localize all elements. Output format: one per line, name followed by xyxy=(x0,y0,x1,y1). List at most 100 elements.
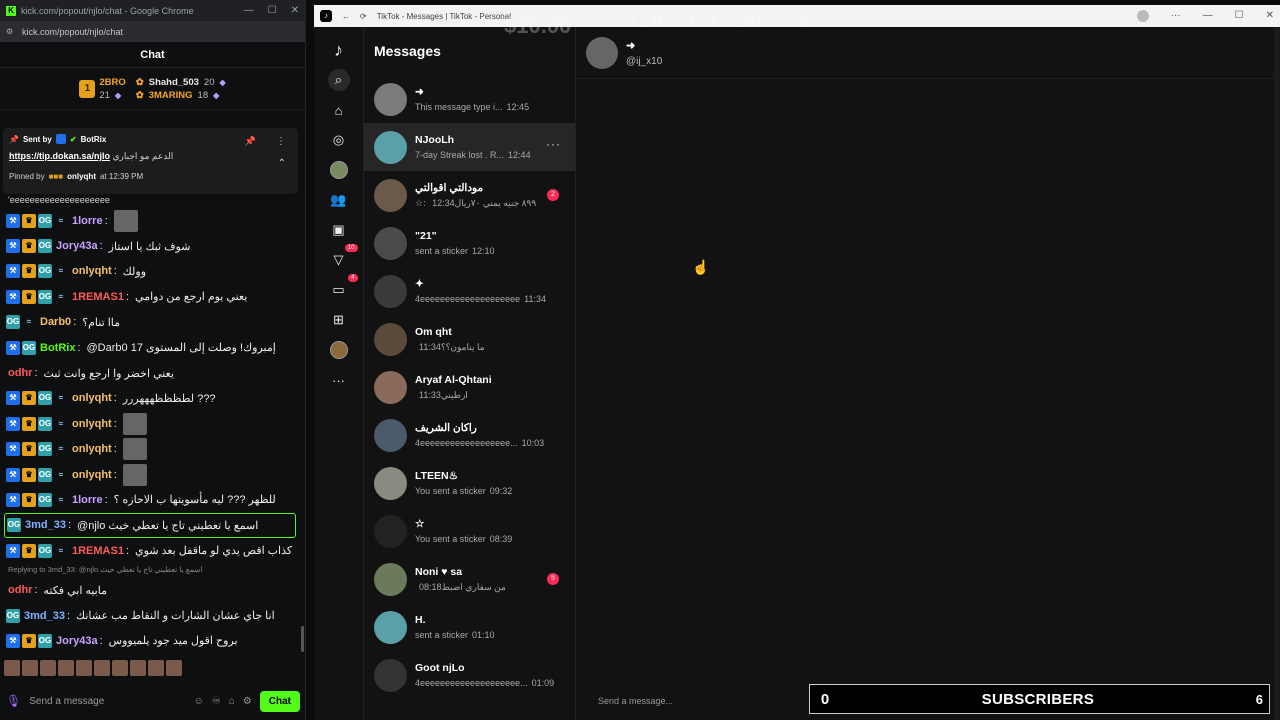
chat-username[interactable]: Jory43a xyxy=(56,635,98,647)
maximize-icon[interactable]: ☐ xyxy=(1235,10,1244,22)
explore-icon[interactable]: ◎ xyxy=(328,129,350,151)
chat-message[interactable]: OG ≈ Darb0: ماا تنام؟ xyxy=(0,310,300,335)
chat-username[interactable]: Darb0 xyxy=(40,316,71,328)
profile-icon[interactable] xyxy=(1136,10,1149,22)
chat-message[interactable]: ⚒ ♛ OG ≈1REMAS1: يعني يوم ارجع من دوامي xyxy=(0,284,300,309)
tiktok-home-logo-icon[interactable]: ♪ xyxy=(328,39,350,61)
chat-username[interactable]: 1REMAS1 xyxy=(72,545,124,557)
leader-entry[interactable]: ✿ Shahd_503 20 ◆ xyxy=(136,77,226,88)
chat-username[interactable]: onlyqht xyxy=(72,265,112,277)
leader-entry[interactable]: ✿ 3MARING 18 ◆ xyxy=(136,90,226,101)
chat-message[interactable]: OG 3md_33: انا جاي عشان الشارات و النقاط م… xyxy=(0,603,300,628)
chat-message[interactable]: OG 3md_33: @njlo اسمع يا تعطيني تاج يا تعط… xyxy=(4,512,296,539)
more-icon[interactable]: ··· xyxy=(1171,10,1181,22)
minimize-icon[interactable]: — xyxy=(244,5,254,16)
emote-bar[interactable] xyxy=(4,660,182,676)
conversation-item[interactable]: "21" sent a sticker 12:10 xyxy=(364,219,575,267)
chat-message[interactable]: ⚒ ♛ OG Jory43a: بروح اقول ميد جود يلميووس xyxy=(0,628,300,653)
chat-message[interactable]: ⚒ ♛ OG ≈1lorre: للظهر ??? ليه مأسويتها ب الا… xyxy=(0,487,300,512)
chat-username[interactable]: onlyqht xyxy=(72,469,112,481)
chat-username[interactable]: onlyqht xyxy=(72,418,112,430)
chat-message[interactable]: ⚒ ♛ OG ≈ onlyqht: xyxy=(0,411,300,436)
chat-username[interactable]: odhr xyxy=(8,584,32,596)
chat-username[interactable]: 3md_33 xyxy=(25,519,66,531)
live-icon[interactable]: ▣ xyxy=(328,219,350,241)
conversation-item[interactable]: ✦ 4eeeeeeeeeeeeeeeeeeee 11:34 xyxy=(364,267,575,315)
conversation-item[interactable]: LTEEN♨ You sent a sticker 09:32 xyxy=(364,459,575,507)
minimize-icon[interactable]: — xyxy=(1203,10,1213,22)
conversation-item[interactable]: Om qht ما ينامون؟؟11:34 xyxy=(364,315,575,363)
conversation-item[interactable]: Noni ♥ sa من سفاري اضبط08:18 5 xyxy=(364,555,575,603)
chat-message[interactable]: odhr: يعني اخضر وا ارجع وانت ثبث xyxy=(0,360,300,385)
conversation-item[interactable]: Aryaf Al-Qhtani ارطيني11:33 xyxy=(364,363,575,411)
leader-entry[interactable]: 2BRO xyxy=(99,77,125,88)
chat-username[interactable]: 1lorre xyxy=(72,494,103,506)
chat-input[interactable]: Send a message xyxy=(29,696,185,707)
following-icon[interactable]: 👥 xyxy=(328,189,350,211)
emote-icon[interactable] xyxy=(4,660,20,676)
chat-message[interactable]: ⚒ ♛ OG ≈ onlyqht: xyxy=(0,462,300,487)
chat-message[interactable]: ⚒ ♛ OG Jory43a: شوف ثبك يا استاز xyxy=(0,233,300,258)
microphone-icon[interactable]: 🎙 xyxy=(6,694,21,708)
more-icon[interactable]: ··· xyxy=(328,369,350,391)
chat-username[interactable]: 1lorre xyxy=(72,215,103,227)
window-scrollbar[interactable] xyxy=(1274,27,1280,720)
chat-message[interactable]: ⚒ ♛ OG ≈ onlyqht: لطظظظهههررر ??? xyxy=(0,386,300,411)
conversation-more-icon[interactable]: ··· xyxy=(546,137,561,151)
emote-icon[interactable] xyxy=(166,660,182,676)
profile-avatar-icon[interactable] xyxy=(328,339,350,361)
chat-username[interactable]: onlyqht xyxy=(72,443,112,455)
send-chat-button[interactable]: Chat xyxy=(259,690,300,712)
pinned-link[interactable]: https://tip.dokan.sa/njlo xyxy=(9,151,110,161)
chat-username[interactable]: 1REMAS1 xyxy=(72,291,124,303)
maximize-icon[interactable]: ☐ xyxy=(268,5,277,16)
chat-username[interactable]: 3md_33 xyxy=(24,610,65,622)
conversation-item[interactable]: ➜ This message type i... 12:45 xyxy=(364,75,575,123)
emote-icon[interactable] xyxy=(112,660,128,676)
emoji-icon[interactable]: ☺ xyxy=(194,696,204,707)
chat-message[interactable]: ⚒ ♛ OG ≈1REMAS1: كذاب اقص يدي لو ماقفل بعد ش… xyxy=(0,538,300,563)
conversation-item[interactable]: NJooLh 7-day Streak lost . R... 12:44 ··· xyxy=(364,123,575,171)
settings-icon[interactable]: ⚙ xyxy=(243,696,252,707)
points-icon[interactable]: ♾ xyxy=(212,696,221,707)
emote-icon[interactable] xyxy=(22,660,38,676)
back-icon[interactable]: ← xyxy=(342,12,350,21)
chat-username[interactable]: Jory43a xyxy=(56,240,98,252)
emote-icon[interactable] xyxy=(76,660,92,676)
chat-scrollbar[interactable] xyxy=(301,626,304,652)
conversation-item[interactable]: Goot njLo 4eeeeeeeeeeeeeeeeeeee... 01:09 xyxy=(364,651,575,699)
emote-icon[interactable] xyxy=(58,660,74,676)
unpin-icon[interactable]: 📌 xyxy=(245,136,256,147)
search-icon[interactable]: ⌕ xyxy=(327,69,350,91)
upload-icon[interactable]: ⊞ xyxy=(328,309,350,331)
chevron-up-icon[interactable]: ⌃ xyxy=(278,158,286,169)
chat-message[interactable]: ⚒ OG BotRix: @Darb0 17 إمبروك! وصلت إلى الم… xyxy=(0,335,300,360)
contact-name[interactable]: ➜ xyxy=(626,39,662,52)
store-icon[interactable]: ⌂ xyxy=(229,696,235,707)
emote-icon[interactable] xyxy=(148,660,164,676)
chat-username[interactable]: BotRix xyxy=(40,342,75,354)
close-icon[interactable]: ✕ xyxy=(291,5,299,16)
conversation-item[interactable]: راكان الشريف 4eeeeeeeeeeeeeeeeee... 10:03 xyxy=(364,411,575,459)
more-options-icon[interactable]: ⋮ xyxy=(276,136,286,147)
close-icon[interactable]: ✕ xyxy=(1266,10,1274,22)
chat-message[interactable]: ⚒ ♛ OG ≈ onlyqht: xyxy=(0,437,300,462)
conversation-item[interactable]: H. sent a sticker 01:10 xyxy=(364,603,575,651)
chat-username[interactable]: onlyqht xyxy=(72,392,112,404)
conversation-item[interactable]: مودالتي اقوالتي ☆: ٨٩٩ جنيه يمني ٧٠ريال12… xyxy=(364,171,575,219)
home-icon[interactable]: ⌂ xyxy=(328,99,350,121)
chat-message[interactable]: ⚒ ♛ OG ≈ onlyqht: وولك xyxy=(0,259,300,284)
emote-icon[interactable] xyxy=(94,660,110,676)
message-input[interactable]: Send a message... xyxy=(586,691,806,711)
reload-icon[interactable]: ⟳ xyxy=(360,12,367,21)
emote-icon[interactable] xyxy=(40,660,56,676)
emote-icon[interactable] xyxy=(130,660,146,676)
chat-username[interactable]: odhr xyxy=(8,367,32,379)
avatar-icon[interactable] xyxy=(328,159,350,181)
site-info-icon[interactable]: ⚙ xyxy=(6,27,16,36)
messages-icon[interactable]: ▭ 4 xyxy=(328,274,358,301)
chat-message[interactable]: odhr: مابيه ابي فكته xyxy=(0,577,300,602)
address-bar[interactable]: ⚙ kick.com/popout/njlo/chat xyxy=(0,21,305,42)
chat-message[interactable]: ⚒ ♛ OG ≈1lorre: xyxy=(0,208,300,233)
contact-avatar[interactable] xyxy=(586,36,618,69)
